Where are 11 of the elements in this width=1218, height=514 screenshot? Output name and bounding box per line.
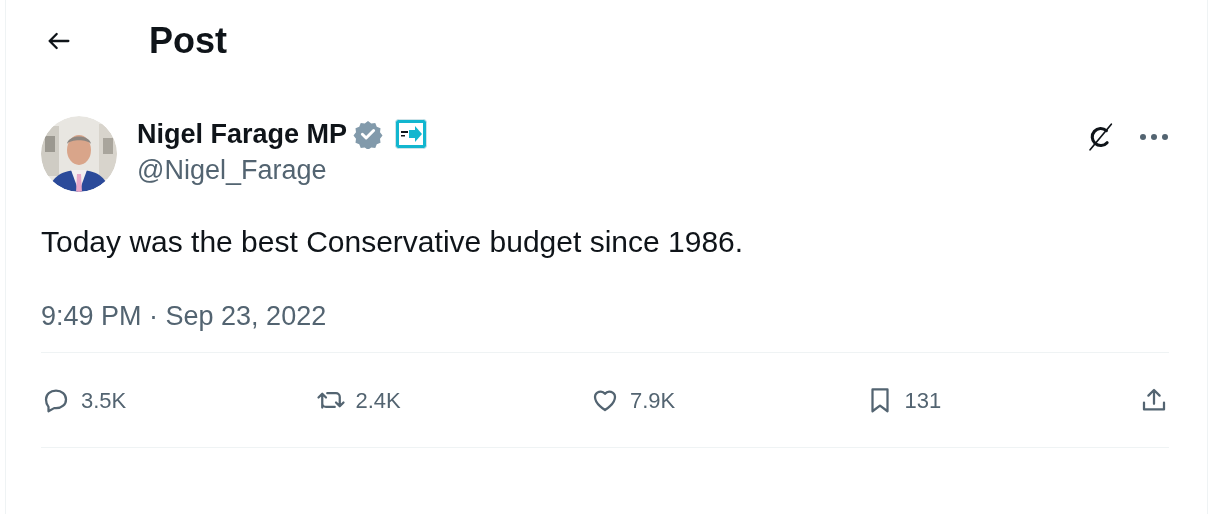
affiliate-logo-icon[interactable] [395,119,428,149]
bookmark-button[interactable]: 131 [864,383,1135,417]
post-text: Today was the best Conservative budget since 1986. [41,224,745,260]
post-timestamp[interactable]: 9:49 PM · Sep 23, 2022 [41,298,1169,334]
more-options-icon[interactable] [1139,133,1169,141]
page-title: Post [149,19,227,63]
like-button[interactable]: 7.9K [590,383,860,417]
author-handle[interactable]: @Nigel_Farage [137,152,428,188]
repost-button[interactable]: 2.4K [315,383,586,417]
reply-button[interactable]: 3.5K [41,383,311,417]
author-name[interactable]: Nigel Farage MP [137,116,348,152]
